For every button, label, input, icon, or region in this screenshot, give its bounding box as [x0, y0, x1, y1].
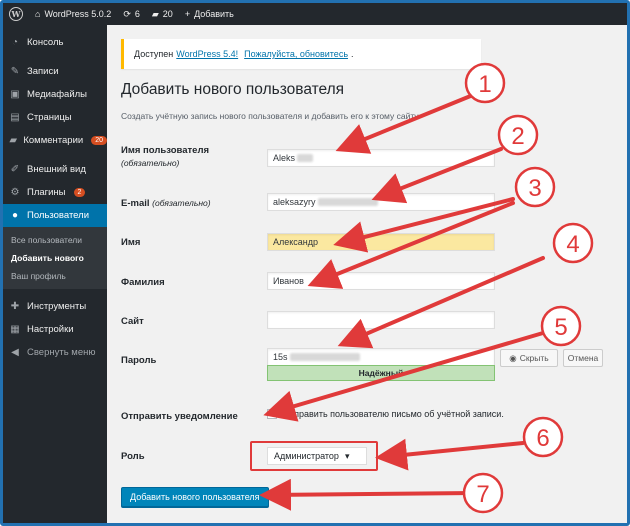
- collapse-icon: ◀: [11, 347, 19, 358]
- notify-text: Отправить пользователю письмо об учётной…: [283, 409, 504, 419]
- sidebar-item-appearance[interactable]: ✐ Внешний вид: [3, 158, 107, 181]
- add-user-submit-button[interactable]: Добавить нового пользователя: [121, 487, 269, 507]
- website-input[interactable]: [267, 311, 495, 329]
- sidebar-item-label: Комментарии: [23, 135, 84, 146]
- sidebar-item-label: Консоль: [27, 37, 64, 48]
- submenu-all-users[interactable]: Все пользователи: [3, 231, 107, 249]
- home-icon: ⌂: [35, 9, 41, 19]
- lastname-input[interactable]: Иванов: [267, 272, 495, 290]
- email-value: aleksazyry: [273, 197, 316, 207]
- comments-count: 20: [162, 9, 173, 19]
- sidebar-item-label: Медиафайлы: [27, 89, 88, 100]
- wordpress-version-link[interactable]: WordPress 5.4!: [176, 49, 238, 59]
- users-submenu: Все пользователи Добавить нового Ваш про…: [3, 227, 107, 289]
- updates-link[interactable]: ⟳ 6: [117, 3, 146, 25]
- new-content-link[interactable]: + Добавить: [179, 3, 240, 25]
- comment-bubble-icon: ▰: [151, 8, 159, 19]
- screenshot-frame: W ⌂ WordPress 5.0.2 ⟳ 6 ▰ 20 + Добавить …: [0, 0, 630, 526]
- admin-sidebar: ◔ Консоль ✎ Записи ▣ Медиафайлы ▤ Страни…: [3, 25, 107, 523]
- settings-icon: ▦: [10, 324, 20, 335]
- sidebar-collapse-menu[interactable]: ◀ Свернуть меню: [3, 341, 107, 364]
- sidebar-item-label: Свернуть меню: [27, 347, 96, 358]
- dashboard-icon: ◔: [11, 37, 19, 48]
- sidebar-item-label: Настройки: [27, 324, 74, 335]
- site-name-link[interactable]: ⌂ WordPress 5.0.2: [29, 3, 117, 25]
- dropdown-arrow-icon: ▾: [344, 450, 350, 461]
- lastname-label: Фамилия: [121, 277, 165, 288]
- brush-icon: ✐: [10, 164, 20, 175]
- sidebar-item-label: Пользователи: [27, 210, 90, 221]
- submenu-add-new[interactable]: Добавить нового: [3, 249, 107, 267]
- plugins-badge: 2: [73, 188, 86, 197]
- sidebar-item-label: Плагины: [27, 187, 66, 198]
- blurred-text: [297, 154, 314, 162]
- username-value: Aleks: [273, 153, 296, 163]
- plus-icon: +: [184, 9, 191, 19]
- updates-icon: ⟳: [123, 8, 131, 19]
- firstname-label: Имя: [121, 237, 141, 248]
- submenu-your-profile[interactable]: Ваш профиль: [3, 267, 107, 285]
- role-select[interactable]: Администратор ▾: [267, 447, 367, 465]
- sidebar-item-tools[interactable]: ✚ Инструменты: [3, 295, 107, 318]
- page-description: Создать учётную запись нового пользовате…: [121, 111, 421, 121]
- sidebar-item-posts[interactable]: ✎ Записи: [3, 60, 107, 83]
- required-note: (обязательно): [121, 158, 180, 168]
- plugin-icon: ⚙: [10, 187, 20, 198]
- wordpress-logo-icon: W: [9, 7, 23, 21]
- sidebar-item-comments[interactable]: ▰ Комментарии 20: [3, 129, 107, 152]
- pin-icon: ✎: [10, 66, 20, 77]
- comments-badge: 20: [91, 136, 107, 145]
- comments-link[interactable]: ▰ 20: [146, 3, 179, 25]
- site-name: WordPress 5.0.2: [44, 9, 112, 19]
- sidebar-item-users[interactable]: ● Пользователи: [3, 204, 107, 227]
- page-icon: ▤: [10, 112, 20, 123]
- password-label: Пароль: [121, 355, 157, 366]
- user-icon: ●: [11, 210, 19, 221]
- new-label: Добавить: [194, 9, 234, 19]
- username-label: Имя пользователя (обязательно): [121, 145, 209, 170]
- notice-suffix: .: [351, 49, 354, 59]
- email-label: E-mail (обязательно): [121, 197, 211, 210]
- notify-label: Отправить уведомление: [121, 411, 238, 422]
- media-icon: ▣: [10, 89, 20, 100]
- sidebar-item-media[interactable]: ▣ Медиафайлы: [3, 83, 107, 106]
- sidebar-item-label: Внешний вид: [27, 164, 86, 175]
- email-label-text: E-mail: [121, 198, 150, 209]
- role-value: Администратор: [274, 451, 339, 461]
- sidebar-item-settings[interactable]: ▦ Настройки: [3, 318, 107, 341]
- website-label: Сайт: [121, 316, 144, 327]
- role-label: Роль: [121, 451, 145, 462]
- hide-label: Скрыть: [519, 353, 549, 363]
- update-now-link[interactable]: Пожалуйста, обновитесь: [244, 49, 348, 59]
- updates-count: 6: [134, 9, 140, 19]
- hide-password-button[interactable]: ◉ Скрыть: [500, 349, 558, 367]
- admin-bar: W ⌂ WordPress 5.0.2 ⟳ 6 ▰ 20 + Добавить: [3, 3, 627, 25]
- email-input[interactable]: aleksazyry: [267, 193, 495, 211]
- comment-icon: ▰: [9, 135, 18, 146]
- firstname-input[interactable]: Александр: [267, 233, 495, 251]
- password-value: 15s: [273, 352, 288, 362]
- wrench-icon: ✚: [10, 301, 20, 312]
- cancel-password-button[interactable]: Отмена: [563, 349, 603, 367]
- update-notice: Доступен WordPress 5.4! Пожалуйста, обно…: [121, 39, 481, 69]
- username-label-text: Имя пользователя: [121, 145, 210, 156]
- sidebar-item-dashboard[interactable]: ◔ Консоль: [3, 31, 107, 54]
- sidebar-item-label: Инструменты: [27, 301, 87, 312]
- send-notification-checkbox[interactable]: ✓: [267, 409, 277, 419]
- page-title: Добавить нового пользователя: [121, 81, 345, 98]
- required-note: (обязательно): [152, 198, 211, 208]
- username-input[interactable]: Aleks: [267, 149, 495, 167]
- password-strength-meter: Надёжный: [267, 365, 495, 381]
- sidebar-item-label: Записи: [27, 66, 59, 77]
- main-content: Доступен WordPress 5.4! Пожалуйста, обно…: [107, 25, 627, 523]
- blurred-text: [289, 353, 360, 361]
- password-input[interactable]: 15s: [267, 348, 495, 366]
- wp-logo-menu[interactable]: W: [3, 3, 29, 25]
- sidebar-item-label: Страницы: [27, 112, 72, 123]
- blurred-text: [317, 198, 378, 206]
- notice-prefix: Доступен: [134, 49, 174, 59]
- sidebar-item-plugins[interactable]: ⚙ Плагины 2: [3, 181, 107, 204]
- eye-slash-icon: ◉: [509, 352, 517, 363]
- sidebar-item-pages[interactable]: ▤ Страницы: [3, 106, 107, 129]
